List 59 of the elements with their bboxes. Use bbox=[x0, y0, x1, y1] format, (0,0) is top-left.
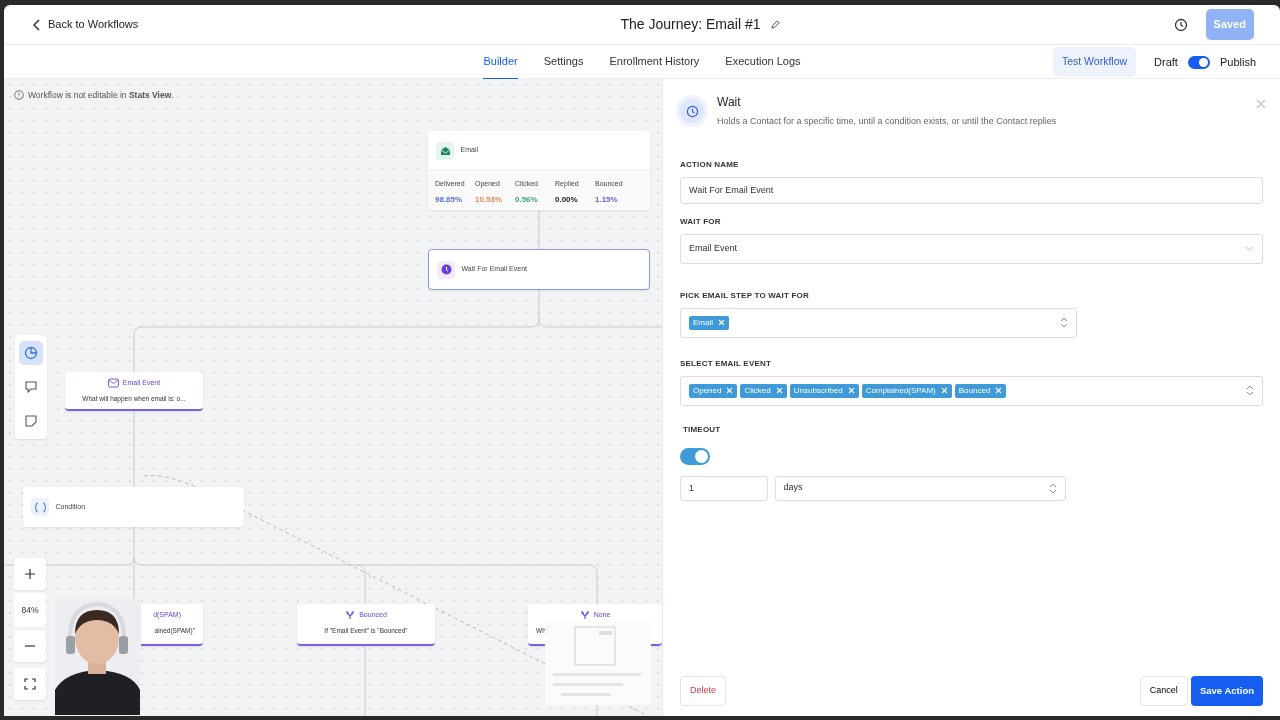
save-action-button[interactable]: Save Action bbox=[1190, 675, 1263, 706]
stat-value: 98.85% bbox=[435, 193, 464, 206]
note-icon bbox=[24, 414, 38, 428]
tab[interactable]: Execution Logs bbox=[725, 45, 801, 80]
stat-value: 0.56% bbox=[515, 193, 539, 206]
envelope-icon bbox=[107, 378, 119, 389]
braces-icon bbox=[31, 498, 49, 516]
email-icon bbox=[436, 141, 454, 160]
sort-arrows-icon bbox=[1060, 317, 1068, 328]
branch-icon bbox=[579, 610, 590, 621]
publish-toggle[interactable] bbox=[1187, 55, 1210, 69]
branch-icon bbox=[345, 610, 356, 621]
pie-chart-icon bbox=[24, 346, 38, 360]
sort-arrows-icon bbox=[1246, 385, 1254, 396]
stat-value: 10.53% bbox=[475, 193, 504, 206]
sort-arrows-icon bbox=[1048, 482, 1057, 494]
fit-screen-button[interactable] bbox=[14, 668, 46, 701]
clock-icon bbox=[680, 99, 704, 123]
info-icon bbox=[14, 90, 24, 101]
workflow-title: The Journey: Email #1 bbox=[620, 15, 761, 34]
panel-title: Wait bbox=[717, 94, 742, 111]
chevron-down-icon bbox=[1245, 246, 1254, 251]
zoom-in-button[interactable] bbox=[14, 558, 46, 590]
back-link[interactable]: Back to Workflows bbox=[32, 16, 139, 33]
remove-icon bbox=[775, 387, 783, 394]
remove-icon bbox=[847, 387, 855, 394]
stat-value: 0.00% bbox=[555, 193, 579, 206]
field-label: ACTION NAME bbox=[680, 158, 740, 171]
publish-label: Publish bbox=[1219, 55, 1256, 70]
remove-icon bbox=[940, 387, 948, 394]
zoom-level: 84% bbox=[14, 593, 46, 627]
test-workflow-button[interactable]: Test Workflow bbox=[1052, 47, 1137, 78]
delete-button[interactable]: Delete bbox=[680, 676, 726, 706]
timeout-toggle[interactable] bbox=[680, 447, 710, 465]
cancel-button[interactable]: Cancel bbox=[1139, 676, 1188, 706]
field-label: PICK EMAIL STEP TO WAIT FOR bbox=[680, 289, 810, 302]
tool-button[interactable] bbox=[19, 341, 43, 365]
remove-icon bbox=[718, 319, 725, 326]
action-name-input[interactable]: Wait For Email Event bbox=[680, 176, 1263, 204]
panel-description: Holds a Contact for a specific time, until a condition exists, or until the Contact replies bbox=[717, 115, 1057, 128]
wait-for-select[interactable]: Email Event bbox=[680, 233, 1263, 264]
stats-view-notice: Workflow is not editable in Stats View. bbox=[28, 89, 174, 102]
tab[interactable]: Settings bbox=[543, 45, 584, 80]
comment-icon bbox=[24, 380, 38, 394]
field-label: WAIT FOR bbox=[680, 215, 722, 228]
remove-icon bbox=[726, 387, 734, 394]
history-icon[interactable] bbox=[1173, 17, 1188, 32]
clock-icon bbox=[437, 260, 455, 279]
field-label: TIMEOUT bbox=[683, 423, 722, 436]
expand-icon bbox=[24, 678, 36, 691]
timeout-amount-input[interactable]: 1 bbox=[680, 475, 768, 501]
tab[interactable]: Enrollment History bbox=[609, 45, 700, 80]
timeout-unit-select[interactable]: days bbox=[774, 475, 1066, 501]
remove-icon bbox=[995, 387, 1003, 394]
pencil-icon[interactable] bbox=[770, 19, 782, 30]
plus-icon bbox=[25, 569, 35, 579]
draft-label: Draft bbox=[1154, 55, 1178, 70]
stat-value: 1.15% bbox=[595, 193, 619, 206]
field-label: SELECT EMAIL EVENT bbox=[680, 357, 773, 370]
